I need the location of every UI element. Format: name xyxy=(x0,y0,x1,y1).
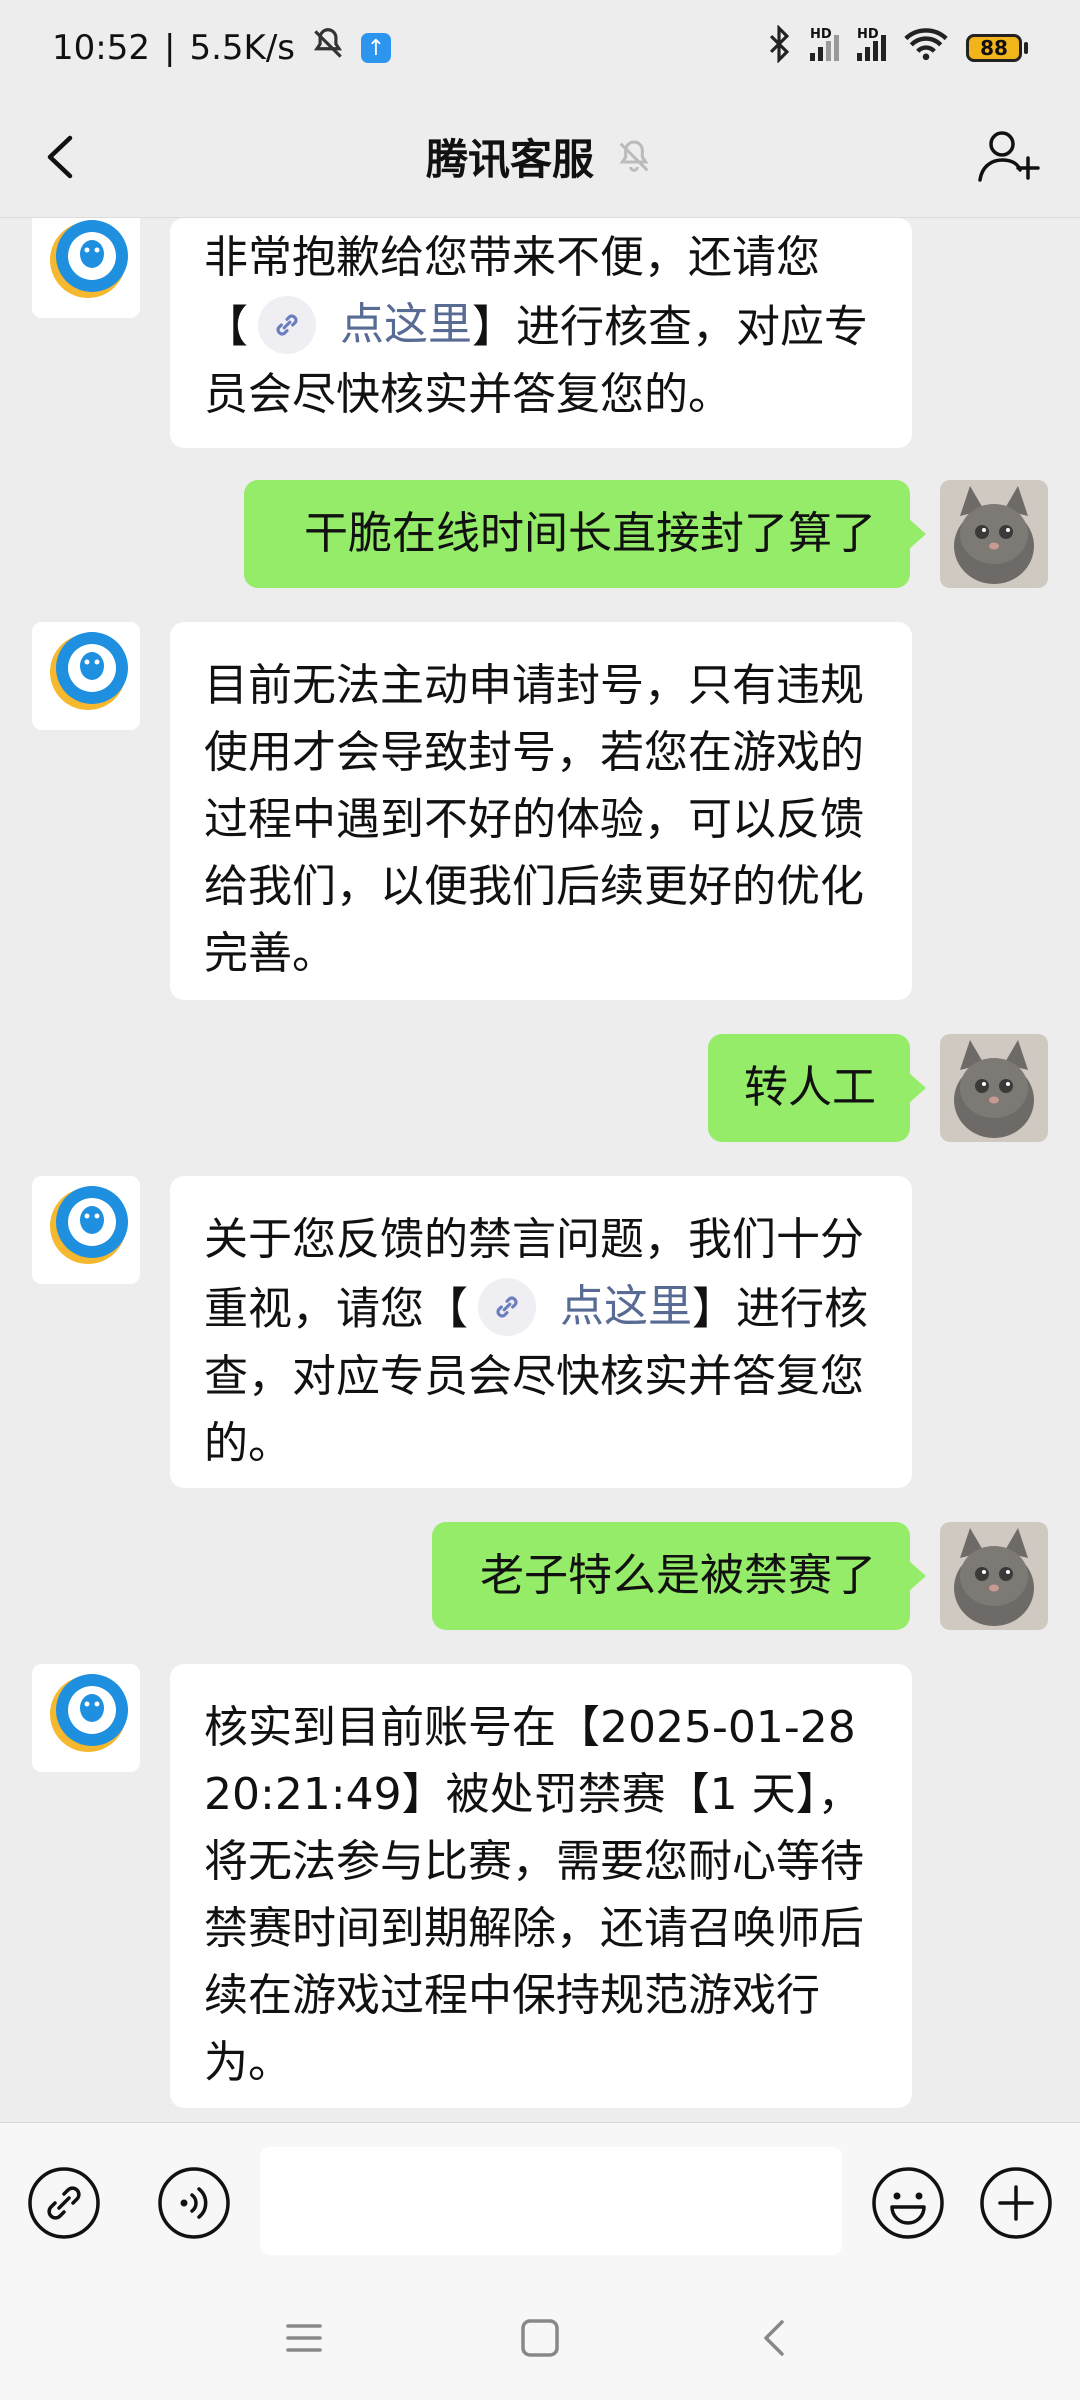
recent-apps-button[interactable] xyxy=(274,2308,334,2368)
tencent-service-avatar-icon xyxy=(32,1664,140,1772)
voice-icon xyxy=(158,2167,230,2239)
link-chip[interactable]: 点这里 xyxy=(468,1273,692,1340)
link-icon xyxy=(478,1277,536,1336)
network-type-label-2: HD xyxy=(857,27,879,42)
message-bubble-me[interactable]: 干脆在线时间长直接封了算了 xyxy=(244,480,926,588)
menu-icon xyxy=(286,2324,322,2352)
my-avatar[interactable] xyxy=(940,1034,1048,1142)
home-button[interactable] xyxy=(510,2308,570,2368)
emoji-button[interactable] xyxy=(870,2165,946,2241)
add-friend-button[interactable] xyxy=(974,122,1044,192)
click-here-link[interactable]: 点这里 xyxy=(560,1273,692,1340)
network-speed: 5.5K/s xyxy=(189,28,295,68)
system-nav-bar xyxy=(0,2286,1080,2400)
click-here-link[interactable]: 点这里 xyxy=(340,291,472,358)
link-button[interactable] xyxy=(26,2165,102,2241)
emoji-icon xyxy=(872,2167,944,2239)
message-bubble-bot[interactable]: 核实到目前账号在【2025-01-28 20:21:49】被处罚禁赛【1 天】，… xyxy=(170,1664,912,2108)
link-icon xyxy=(258,295,316,354)
cat-avatar-icon xyxy=(940,480,1048,588)
voice-button[interactable] xyxy=(156,2165,232,2241)
back-button[interactable] xyxy=(30,124,96,190)
cat-avatar-icon xyxy=(940,1522,1048,1630)
wifi-icon xyxy=(904,27,948,70)
upload-icon: ↑ xyxy=(361,33,391,63)
home-icon xyxy=(521,2319,559,2357)
bot-avatar[interactable] xyxy=(32,218,140,318)
battery-level: 88 xyxy=(966,34,1022,62)
chat-title: 腾讯客服 xyxy=(425,135,594,184)
message-text: 干脆在线时间长直接封了算了 xyxy=(304,508,876,559)
bot-avatar[interactable] xyxy=(32,622,140,730)
bracket-open: 【 xyxy=(424,1283,468,1335)
bot-avatar[interactable] xyxy=(32,1176,140,1284)
message-text: 转人工 xyxy=(744,1062,876,1113)
signal-icon-2: HD xyxy=(857,27,886,61)
mute-bell-icon xyxy=(614,137,654,177)
message-text: 老子特么是被禁赛了 xyxy=(480,1550,876,1601)
status-divider: | xyxy=(163,28,176,68)
back-nav-icon xyxy=(764,2320,784,2356)
message-text: 非常抱歉给您带来不便，还请您 xyxy=(204,232,820,283)
signal-icon-1: HD xyxy=(810,27,839,61)
back-nav-button[interactable] xyxy=(746,2308,806,2368)
status-right: HD HD 88 xyxy=(766,23,1028,72)
message-bubble-me[interactable]: 老子特么是被禁赛了 xyxy=(432,1522,926,1630)
link-chip[interactable]: 点这里 xyxy=(248,291,472,358)
plus-icon xyxy=(980,2167,1052,2239)
message-bubble-me[interactable]: 转人工 xyxy=(708,1034,926,1142)
back-arrow-icon xyxy=(47,135,73,179)
my-avatar[interactable] xyxy=(940,480,1048,588)
tencent-service-avatar-icon xyxy=(32,218,140,318)
bracket-open: 【 xyxy=(204,301,248,353)
cat-avatar-icon xyxy=(940,1034,1048,1142)
message-bubble-bot[interactable]: 目前无法主动申请封号，只有违规使用才会导致封号，若您在游戏的过程中遇到不好的体验… xyxy=(170,622,912,1000)
network-type-label-1: HD xyxy=(810,27,832,42)
bluetooth-icon xyxy=(766,23,792,72)
more-button[interactable] xyxy=(978,2165,1054,2241)
chat-messages[interactable]: 非常抱歉给您带来不便，还请您 【点这里 】进行核查，对应专员会尽快核实并答复您的。… xyxy=(0,218,1080,2122)
my-avatar[interactable] xyxy=(940,1522,1048,1630)
add-friend-icon xyxy=(978,131,1040,182)
status-time: 10:52 xyxy=(52,28,150,68)
tencent-service-avatar-icon xyxy=(32,1176,140,1284)
tencent-service-avatar-icon xyxy=(32,622,140,730)
message-text: 目前无法主动申请封号，只有违规使用才会导致封号，若您在游戏的过程中遇到不好的体验… xyxy=(204,660,864,979)
message-bubble-bot[interactable]: 非常抱歉给您带来不便，还请您 【点这里 】进行核查，对应专员会尽快核实并答复您的。 xyxy=(170,218,912,448)
input-bar xyxy=(0,2122,1080,2286)
battery-icon: 88 xyxy=(966,34,1028,62)
message-text: 核实到目前账号在【2025-01-28 20:21:49】被处罚禁赛【1 天】，… xyxy=(204,1702,864,2088)
message-input[interactable] xyxy=(260,2147,842,2255)
link-icon xyxy=(28,2167,100,2239)
bot-avatar[interactable] xyxy=(32,1664,140,1772)
status-bar: 10:52 | 5.5K/s ↑ HD HD 88 xyxy=(0,0,1080,96)
chat-header: 腾讯客服 xyxy=(0,96,1080,218)
message-bubble-bot[interactable]: 关于您反馈的禁言问题，我们十分重视，请您【 点这里 】进行核查，对应专员会尽快核实并… xyxy=(170,1176,912,1488)
status-left: 10:52 | 5.5K/s ↑ xyxy=(52,25,391,72)
mute-status-icon xyxy=(309,25,347,72)
